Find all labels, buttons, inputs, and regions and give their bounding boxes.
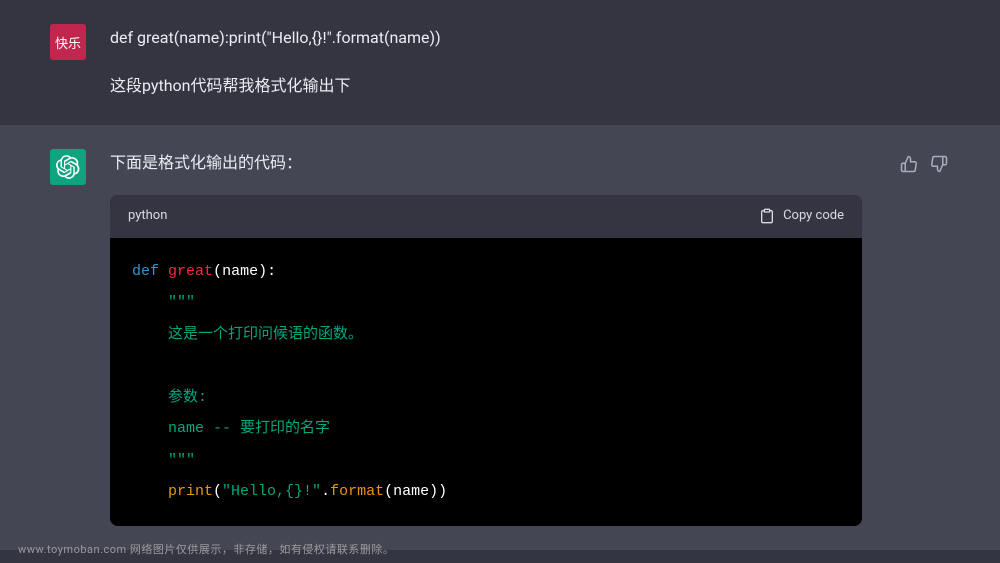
assistant-message-content: 下面是格式化输出的代码： python Copy code def great(… (110, 149, 862, 526)
tok-format: format (330, 483, 384, 500)
assistant-intro-text: 下面是格式化输出的代码： (110, 149, 862, 177)
code-header: python Copy code (110, 195, 862, 238)
tok-paren: )) (429, 483, 447, 500)
tok-paren: ( (213, 483, 222, 500)
tok-paren: ( (213, 263, 222, 280)
user-message: 快乐 def great(name):print("Hello,{}!".for… (0, 0, 1000, 124)
tok-doc-3: name -- 要打印的名字 (168, 420, 330, 437)
tok-paren: ): (258, 263, 276, 280)
tok-dot: . (321, 483, 330, 500)
openai-logo-icon (56, 155, 80, 179)
assistant-message: 下面是格式化输出的代码： python Copy code def great(… (0, 124, 1000, 550)
thumbs-up-button[interactable] (898, 153, 920, 175)
tok-param: name (222, 263, 258, 280)
copy-code-button[interactable]: Copy code (759, 205, 844, 228)
copy-code-label: Copy code (783, 205, 844, 228)
thumbs-down-button[interactable] (928, 153, 950, 175)
tok-print: print (168, 483, 213, 500)
tok-doc-2: 参数: (168, 389, 207, 406)
tok-param: name (393, 483, 429, 500)
thumbs-up-icon (900, 155, 918, 173)
user-avatar: 快乐 (50, 24, 86, 60)
user-line-1: def great(name):print("Hello,{}!".format… (110, 24, 950, 52)
clipboard-icon (759, 208, 775, 224)
tok-def: def (132, 263, 159, 280)
watermark-text: www.toymoban.com 网络图片仅供展示，非存储，如有侵权请联系删除。 (18, 541, 394, 557)
code-language-label: python (128, 205, 167, 228)
tok-doc-1: 这是一个打印问候语的函数。 (168, 326, 363, 343)
user-line-2: 这段python代码帮我格式化输出下 (110, 72, 950, 100)
tok-hello-str: "Hello,{}!" (222, 483, 321, 500)
tok-func-name: great (168, 263, 213, 280)
code-block: python Copy code def great(name): """ 这是… (110, 195, 862, 526)
user-avatar-text: 快乐 (55, 33, 81, 52)
code-body[interactable]: def great(name): """ 这是一个打印问候语的函数。 参数: n… (110, 238, 862, 526)
tok-triple-quote: """ (168, 452, 195, 469)
tok-triple-quote: """ (168, 294, 195, 311)
tok-paren: ( (384, 483, 393, 500)
message-actions (898, 149, 950, 526)
user-message-content: def great(name):print("Hello,{}!".format… (110, 24, 950, 100)
assistant-avatar (50, 149, 86, 185)
thumbs-down-icon (930, 155, 948, 173)
